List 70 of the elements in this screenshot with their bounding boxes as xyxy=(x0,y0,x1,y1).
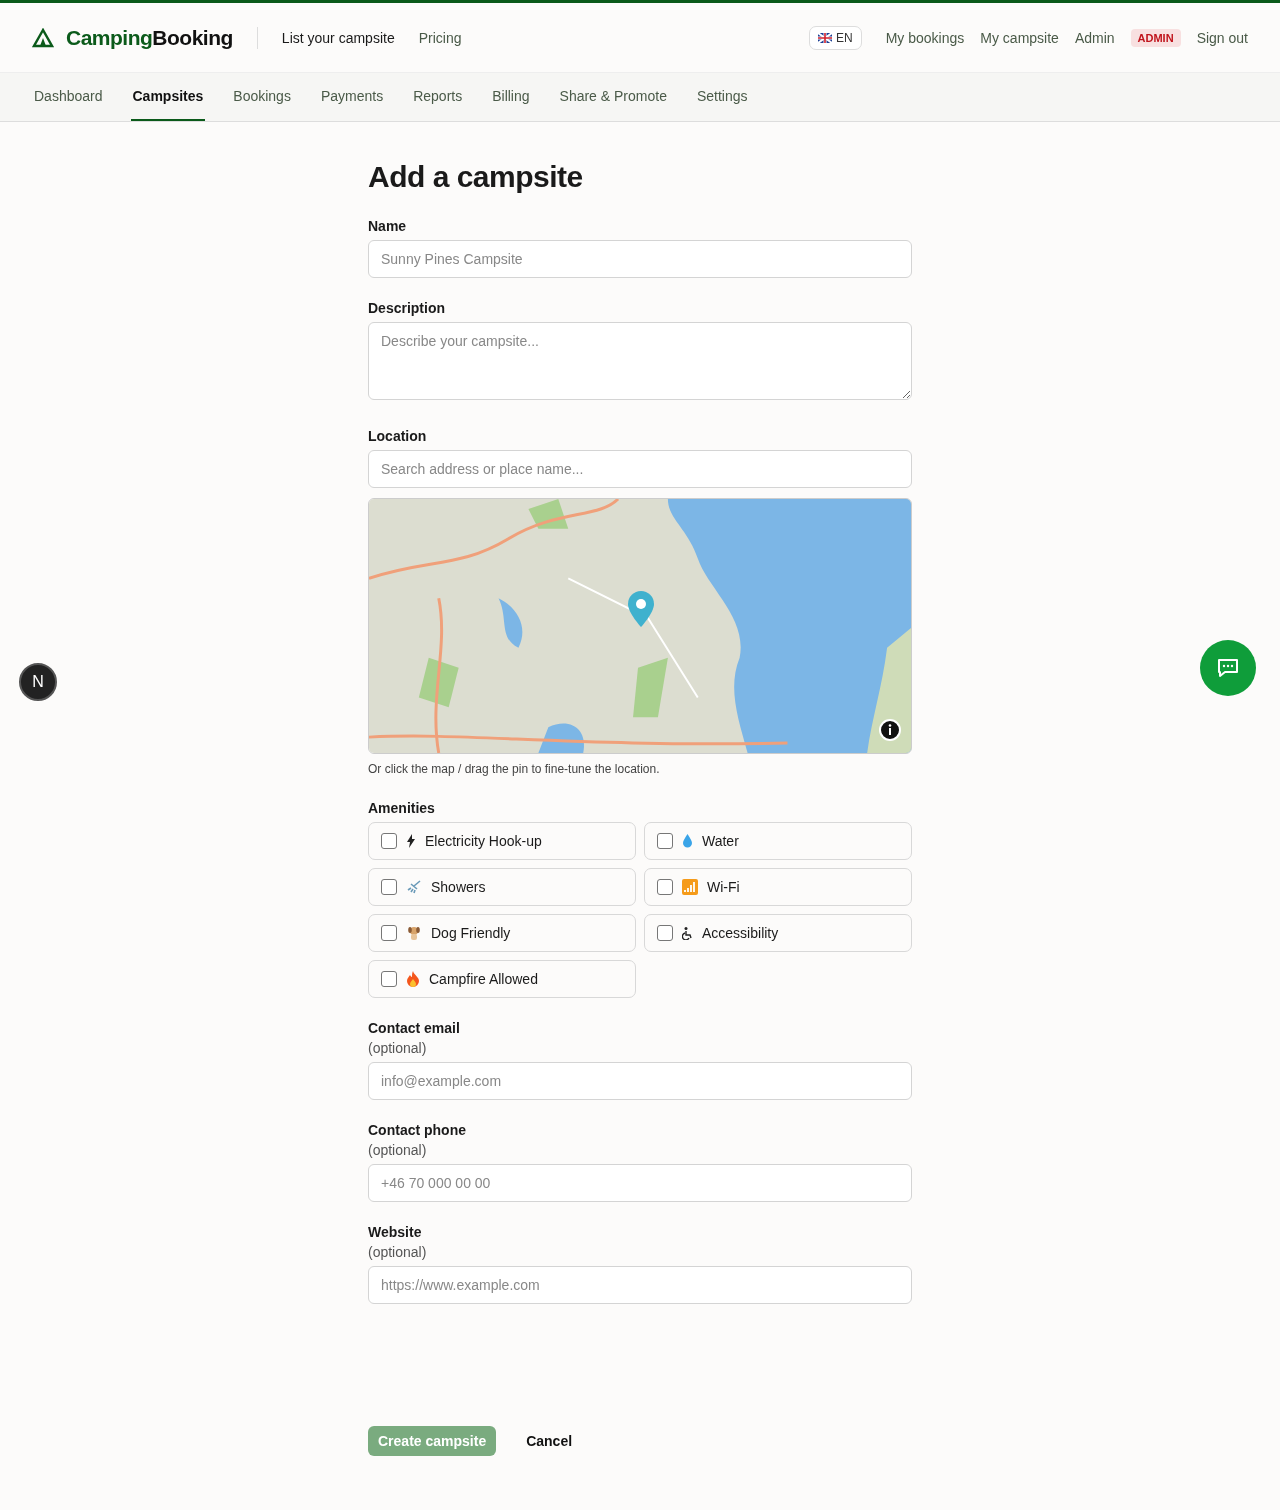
amenity-label: Showers xyxy=(431,879,486,895)
amenity-label: Campfire Allowed xyxy=(429,971,538,987)
map-pin-icon[interactable] xyxy=(628,591,654,627)
sign-out-link[interactable]: Sign out xyxy=(1196,29,1248,46)
brand-logo[interactable]: CampingBooking xyxy=(66,25,233,50)
optional-note: (optional) xyxy=(368,1142,428,1158)
wheelchair-icon xyxy=(682,926,693,940)
checkbox[interactable] xyxy=(657,879,673,895)
nav-link[interactable]: My bookings xyxy=(885,29,965,46)
tab[interactable]: Campsites xyxy=(130,73,206,121)
field-label: Description xyxy=(368,300,446,316)
checkbox[interactable] xyxy=(657,833,673,849)
nav-link[interactable]: List your campsite xyxy=(281,29,395,46)
description-field[interactable]: Describe your campsite... xyxy=(368,322,912,400)
chat-button[interactable] xyxy=(1200,640,1256,696)
tab[interactable]: Billing xyxy=(490,73,532,121)
amenity-label: Wi-Fi xyxy=(707,879,740,895)
amenity-option[interactable]: Campfire Allowed xyxy=(368,960,636,998)
checkbox[interactable] xyxy=(381,833,397,849)
tab[interactable]: Reports xyxy=(411,73,465,121)
name-field[interactable]: Sunny Pines Campsite xyxy=(368,240,912,278)
cancel-button[interactable]: Cancel xyxy=(520,1432,579,1450)
amenity-option[interactable]: Water xyxy=(644,822,912,860)
water-drop-icon xyxy=(682,834,693,848)
contact-field[interactable]: +46 70 000 00 00 xyxy=(368,1164,912,1202)
amenity-option[interactable]: Accessibility xyxy=(644,914,912,952)
amenity-option[interactable]: Wi-Fi xyxy=(644,868,912,906)
amenity-option[interactable]: Showers xyxy=(368,868,636,906)
checkbox[interactable] xyxy=(657,925,673,941)
checkbox[interactable] xyxy=(381,879,397,895)
field-label: Location xyxy=(368,428,428,444)
optional-note: (optional) xyxy=(368,1040,428,1056)
field-label: Name xyxy=(368,218,408,234)
dev-tools-badge[interactable]: N xyxy=(19,663,57,701)
location-search-field[interactable]: Search address or place name... xyxy=(368,450,912,488)
checkbox[interactable] xyxy=(381,925,397,941)
checkbox[interactable] xyxy=(381,971,397,987)
chat-icon xyxy=(1217,658,1239,678)
field-label: Contact phone xyxy=(368,1122,467,1138)
field-label: Website xyxy=(368,1224,423,1240)
tent-icon xyxy=(32,27,54,48)
amenity-option[interactable]: Dog Friendly xyxy=(368,914,636,952)
lightning-icon xyxy=(406,834,416,848)
signal-bars-icon xyxy=(682,879,698,895)
amenity-label: Water xyxy=(702,833,739,849)
field-label: Amenities xyxy=(368,800,436,816)
contact-field[interactable]: https://www.example.com xyxy=(368,1266,912,1304)
amenity-label: Electricity Hook-up xyxy=(425,833,542,849)
tab[interactable]: Share & Promote xyxy=(557,73,669,121)
dog-icon xyxy=(406,925,422,941)
amenity-label: Dog Friendly xyxy=(431,925,511,941)
flame-icon xyxy=(406,971,420,987)
nav-link[interactable]: Admin xyxy=(1074,29,1115,46)
nav-link[interactable]: Pricing xyxy=(418,29,462,46)
page-title: Add a campsite xyxy=(368,160,584,194)
amenity-label: Accessibility xyxy=(702,925,779,941)
contact-field[interactable]: info@example.com xyxy=(368,1062,912,1100)
language-button[interactable]: EN xyxy=(809,25,862,50)
nav-link[interactable]: My campsite xyxy=(980,29,1059,46)
map-hint: Or click the map / drag the pin to fine-tune the location. xyxy=(368,762,661,776)
field-label: Contact email xyxy=(368,1020,461,1036)
shower-icon xyxy=(406,880,422,894)
tab[interactable]: Settings xyxy=(694,73,750,121)
amenity-option[interactable]: Electricity Hook-up xyxy=(368,822,636,860)
role-badge: ADMIN xyxy=(1130,28,1181,47)
flag-icon xyxy=(818,32,833,43)
tab[interactable]: Dashboard xyxy=(32,73,105,121)
tab[interactable]: Payments xyxy=(318,73,386,121)
tab[interactable]: Bookings xyxy=(231,73,293,121)
optional-note: (optional) xyxy=(368,1244,428,1260)
